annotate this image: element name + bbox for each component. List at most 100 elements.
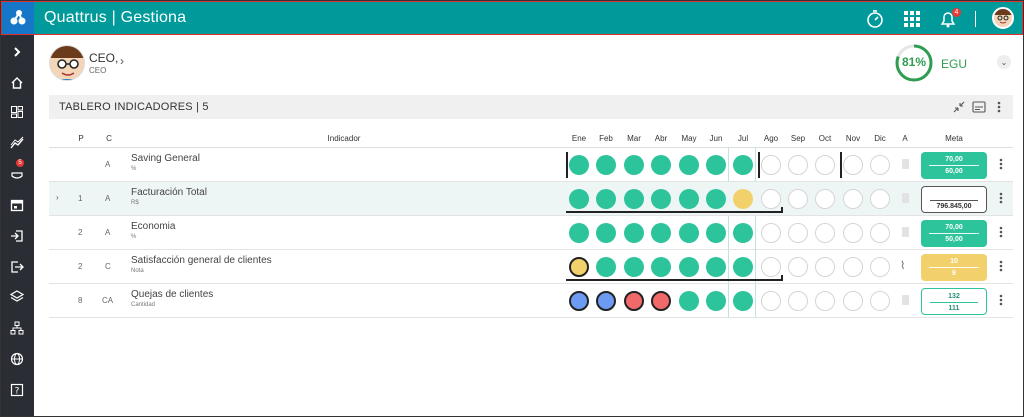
month-status-dot[interactable]	[706, 223, 726, 243]
month-status-dot[interactable]	[706, 257, 726, 277]
indicator-name[interactable]: Facturación Total	[131, 187, 207, 198]
month-status-dot[interactable]	[843, 189, 863, 209]
month-status-dot[interactable]	[815, 189, 835, 209]
row-menu-icon[interactable]	[999, 294, 1003, 306]
sidebar-item-calendar[interactable]	[7, 195, 27, 215]
month-status-dot[interactable]	[870, 257, 890, 277]
month-status-dot[interactable]	[651, 223, 671, 243]
month-status-dot[interactable]	[761, 223, 781, 243]
month-status-dot[interactable]	[569, 257, 589, 277]
logo-icon[interactable]	[2, 2, 34, 34]
month-status-dot[interactable]	[733, 223, 753, 243]
month-status-dot[interactable]	[733, 155, 753, 175]
chevron-down-icon[interactable]: ⌄	[997, 55, 1011, 69]
month-status-dot[interactable]	[870, 189, 890, 209]
sidebar-item-help[interactable]: ?	[7, 380, 27, 400]
month-status-dot[interactable]	[596, 189, 616, 209]
month-status-dot[interactable]	[569, 189, 589, 209]
apps-grid-icon[interactable]	[901, 8, 923, 30]
month-status-dot[interactable]	[569, 223, 589, 243]
month-status-dot[interactable]	[596, 223, 616, 243]
month-status-dot[interactable]	[843, 155, 863, 175]
month-status-dot[interactable]	[596, 155, 616, 175]
table-row[interactable]: › 1 A Facturación Total R$ 796.845,00	[49, 182, 1013, 216]
month-status-dot[interactable]	[788, 189, 808, 209]
sidebar-item-trends[interactable]	[7, 133, 27, 153]
month-status-dot[interactable]	[596, 291, 616, 311]
meta-badge[interactable]: 70,00 60,00	[921, 152, 987, 179]
sidebar-item-alerts[interactable]: 5	[7, 159, 27, 183]
sidebar-item-logout[interactable]	[7, 257, 27, 277]
table-row[interactable]: 2 A Economia% 70,00 50,00	[49, 216, 1013, 250]
month-status-dot[interactable]	[761, 291, 781, 311]
month-status-dot[interactable]	[651, 291, 671, 311]
month-status-dot[interactable]	[706, 291, 726, 311]
month-status-dot[interactable]	[870, 291, 890, 311]
user-avatar[interactable]	[992, 7, 1014, 29]
trash-icon[interactable]	[902, 227, 909, 237]
month-status-dot[interactable]	[788, 223, 808, 243]
indicator-name[interactable]: Economia	[131, 221, 175, 232]
expand-row-icon[interactable]: ›	[56, 193, 59, 202]
month-status-dot[interactable]	[761, 155, 781, 175]
sidebar-item-login[interactable]	[7, 226, 27, 246]
month-status-dot[interactable]	[679, 291, 699, 311]
table-row[interactable]: 2 C Satisfacción general de clientes Nota ⌇ 1…	[49, 250, 1013, 284]
row-menu-icon[interactable]	[999, 158, 1003, 170]
meta-badge[interactable]: 132 111	[921, 288, 987, 315]
month-status-dot[interactable]	[679, 257, 699, 277]
month-status-dot[interactable]	[815, 223, 835, 243]
trash-icon[interactable]	[902, 159, 909, 169]
month-status-dot[interactable]	[788, 291, 808, 311]
month-status-dot[interactable]	[624, 257, 644, 277]
month-status-dot[interactable]	[679, 155, 699, 175]
month-status-dot[interactable]	[569, 155, 589, 175]
subtitles-icon[interactable]	[971, 99, 987, 115]
row-menu-icon[interactable]	[999, 226, 1003, 238]
sidebar-item-expand[interactable]	[7, 42, 27, 62]
sidebar-item-dashboard[interactable]	[7, 102, 27, 122]
month-status-dot[interactable]	[843, 291, 863, 311]
row-menu-icon[interactable]	[999, 260, 1003, 272]
attachment-icon[interactable]: ⌇	[900, 259, 905, 272]
sidebar-item-web[interactable]	[7, 349, 27, 369]
month-status-dot[interactable]	[843, 257, 863, 277]
month-status-dot[interactable]	[733, 291, 753, 311]
month-status-dot[interactable]	[733, 189, 753, 209]
meta-badge[interactable]: 70,00 50,00	[921, 220, 987, 247]
bell-icon[interactable]: 4	[937, 8, 961, 30]
indicator-name[interactable]: Saving General	[131, 153, 200, 164]
month-status-dot[interactable]	[733, 257, 753, 277]
month-status-dot[interactable]	[761, 257, 781, 277]
sidebar-item-org[interactable]	[7, 318, 27, 338]
month-status-dot[interactable]	[706, 155, 726, 175]
month-status-dot[interactable]	[706, 189, 726, 209]
collapse-icon[interactable]	[951, 99, 967, 115]
month-status-dot[interactable]	[624, 189, 644, 209]
month-status-dot[interactable]	[788, 155, 808, 175]
table-row[interactable]: A Saving General% 70,00 60,00	[49, 148, 1013, 182]
meta-badge[interactable]: 10 9	[921, 254, 987, 281]
month-status-dot[interactable]	[815, 155, 835, 175]
month-status-dot[interactable]	[624, 291, 644, 311]
month-status-dot[interactable]	[596, 257, 616, 277]
meta-badge[interactable]: 796.845,00	[921, 186, 987, 213]
month-status-dot[interactable]	[624, 155, 644, 175]
month-status-dot[interactable]	[679, 223, 699, 243]
table-row[interactable]: 8 CA Quejas de clientes Cantidad 132 111	[49, 284, 1013, 318]
trash-icon[interactable]	[902, 295, 909, 305]
profile-avatar[interactable]	[49, 45, 85, 81]
month-status-dot[interactable]	[569, 291, 589, 311]
trash-icon[interactable]	[902, 193, 909, 203]
month-status-dot[interactable]	[788, 257, 808, 277]
month-status-dot[interactable]	[870, 155, 890, 175]
month-status-dot[interactable]	[624, 223, 644, 243]
sidebar-item-home[interactable]	[7, 73, 27, 93]
timer-icon[interactable]	[864, 8, 886, 30]
month-status-dot[interactable]	[815, 291, 835, 311]
month-status-dot[interactable]	[843, 223, 863, 243]
more-options-icon[interactable]	[991, 99, 1007, 115]
chevron-right-icon[interactable]: ›	[120, 54, 124, 68]
month-status-dot[interactable]	[651, 155, 671, 175]
month-status-dot[interactable]	[870, 223, 890, 243]
